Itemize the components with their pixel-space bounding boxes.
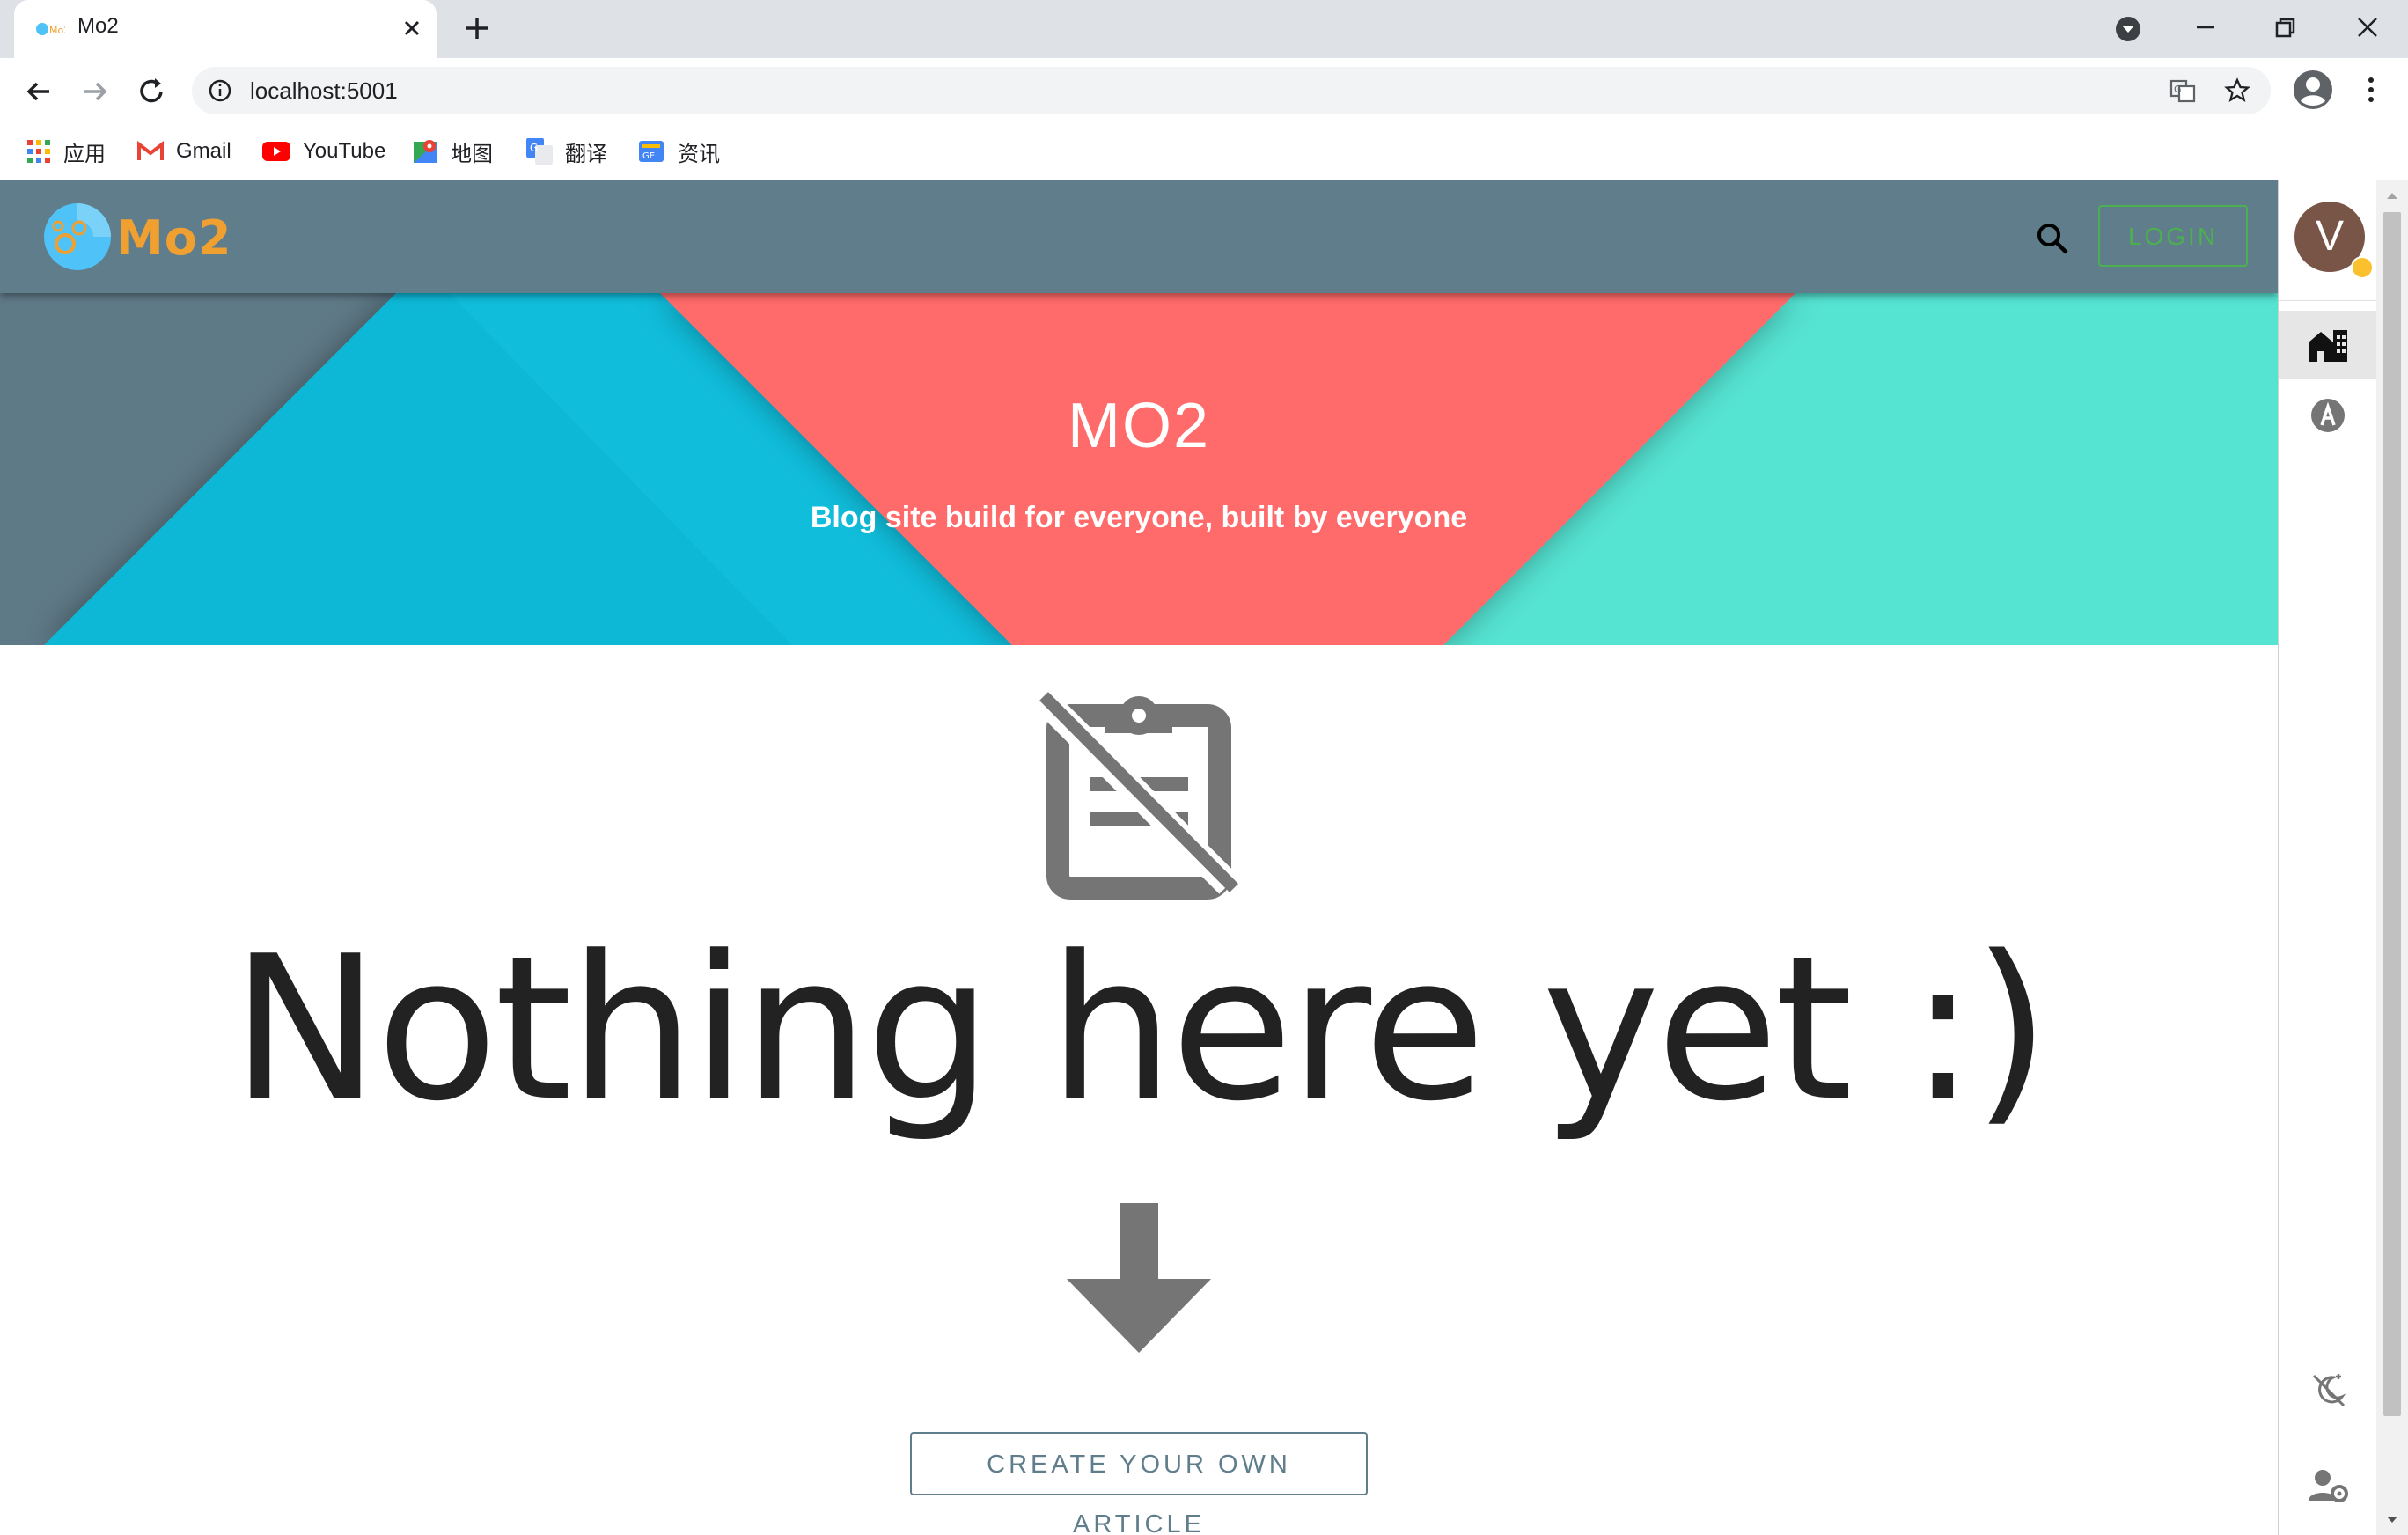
tab-title: Mo2 — [77, 14, 119, 38]
letter-a-circle-icon — [2311, 399, 2345, 432]
hero-background — [0, 293, 2278, 645]
close-tab-icon[interactable] — [396, 12, 428, 44]
svg-text:Mo2: Mo2 — [49, 25, 65, 36]
hero-subtitle: Blog site build for everyone, built by e… — [810, 501, 1468, 534]
reload-icon[interactable] — [132, 72, 171, 111]
theme-toggle-icon — [2312, 1374, 2346, 1407]
browser-tab[interactable]: Mo2 Mo2 — [14, 0, 437, 58]
app-bar: Mo2 LOGIN — [0, 180, 2278, 293]
bookmark-maps[interactable]: 地图 — [414, 134, 493, 169]
down-arrow-icon — [1067, 1203, 1211, 1353]
svg-text:G: G — [530, 142, 538, 154]
user-settings-icon — [2309, 1470, 2348, 1502]
address-bar[interactable]: localhost:5001 G — [192, 67, 2271, 114]
translate-page-icon[interactable]: G — [2169, 77, 2197, 105]
scroll-up-arrow-icon[interactable] — [2385, 189, 2399, 203]
bookmark-label: 资讯 — [678, 142, 720, 166]
bookmarks-bar: 应用 Gmail YouTube 地图 G 翻译 GE 资讯 — [0, 123, 2408, 180]
login-button[interactable]: LOGIN — [2098, 205, 2248, 267]
drawer-item-user-settings[interactable] — [2279, 1451, 2377, 1520]
empty-state-message: Nothing here yet :) — [231, 914, 2050, 1145]
bookmark-label: Gmail — [176, 139, 231, 163]
bookmark-news[interactable]: GE 资讯 — [639, 134, 720, 169]
new-tab-icon[interactable] — [459, 11, 495, 46]
gmail-icon — [137, 141, 164, 160]
minimize-window-icon[interactable] — [2179, 5, 2232, 49]
drawer-item-archive[interactable] — [2279, 381, 2377, 450]
drawer-item-theme[interactable] — [2279, 1355, 2377, 1423]
logo-text[interactable]: Mo2 — [116, 210, 231, 266]
url-text[interactable]: localhost:5001 — [250, 77, 398, 105]
close-window-icon[interactable] — [2341, 5, 2394, 49]
browser-toolbar: localhost:5001 G — [0, 58, 2408, 123]
back-arrow-icon[interactable] — [19, 72, 58, 111]
right-navigation-drawer: V — [2278, 180, 2377, 1535]
svg-text:GE: GE — [642, 151, 655, 161]
bookmark-label: YouTube — [303, 139, 386, 163]
maps-icon — [414, 140, 437, 163]
drawer-divider — [2279, 300, 2377, 301]
tab-strip: Mo2 Mo2 — [0, 0, 2408, 58]
youtube-icon — [262, 142, 290, 161]
site-info-icon[interactable] — [208, 78, 232, 103]
hero-banner: MO2 Blog site build for everyone, built … — [0, 293, 2278, 645]
bookmark-translate[interactable]: G 翻译 — [526, 134, 607, 169]
restore-window-icon[interactable] — [2258, 5, 2311, 49]
bookmark-label: 地图 — [451, 142, 493, 166]
scroll-down-arrow-icon[interactable] — [2385, 1512, 2399, 1526]
mo2-favicon-icon: Mo2 — [36, 23, 65, 36]
bookmark-star-icon[interactable] — [2223, 77, 2251, 105]
tab-search-icon[interactable] — [2102, 5, 2155, 49]
create-article-button[interactable]: CREATE YOUR OWN ARTICLE — [910, 1432, 1368, 1535]
page-scrollbar[interactable] — [2376, 180, 2408, 1535]
bookmark-gmail[interactable]: Gmail — [137, 134, 231, 169]
bookmark-label: 应用 — [63, 142, 106, 166]
no-articles-clipboard-icon — [1037, 692, 1238, 900]
translate-icon: G — [526, 138, 553, 165]
drawer-item-home[interactable] — [2279, 311, 2377, 379]
svg-text:G: G — [2174, 84, 2182, 95]
profile-avatar-icon[interactable] — [2292, 69, 2334, 111]
scrollbar-thumb[interactable] — [2383, 212, 2401, 1416]
bookmark-label: 翻译 — [565, 142, 607, 166]
home-buildings-icon — [2309, 330, 2347, 362]
forward-arrow-icon[interactable] — [76, 72, 114, 111]
bookmark-youtube[interactable]: YouTube — [262, 134, 385, 169]
apps-grid-icon — [27, 140, 50, 163]
avatar-status-badge — [2351, 256, 2374, 279]
news-icon: GE — [639, 141, 664, 162]
hero-title: MO2 — [1067, 391, 1211, 461]
more-options-icon[interactable] — [2353, 72, 2389, 107]
search-icon[interactable] — [2033, 219, 2072, 258]
page-viewport: Mo2 LOGIN MO2 Blog site build for everyo… — [0, 180, 2278, 1535]
bookmark-apps[interactable]: 应用 — [26, 134, 106, 169]
mo2-logo-icon[interactable] — [40, 200, 114, 274]
